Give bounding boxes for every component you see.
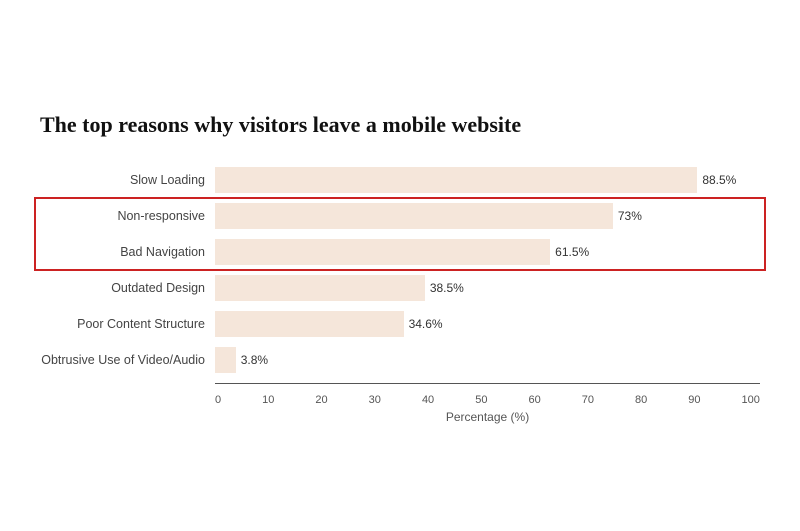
bar-row: Non-responsive 73% <box>40 203 760 229</box>
bar-track: 73% <box>215 203 760 229</box>
bar-fill <box>215 347 236 373</box>
bar-value-label: 61.5% <box>555 245 589 259</box>
chart-area: Slow Loading 88.5% Non-responsive 73% Bad Na… <box>40 167 760 424</box>
bar-value-label: 38.5% <box>430 281 464 295</box>
bar-fill <box>215 203 613 229</box>
x-axis-label: 90 <box>688 394 700 406</box>
bar-fill <box>215 167 697 193</box>
x-axis-labels: 0 10 20 30 40 50 60 70 80 90 100 <box>215 394 760 406</box>
bar-track: 3.8% <box>215 347 760 373</box>
bar-label: Slow Loading <box>40 173 215 187</box>
chart-container: The top reasons why visitors leave a mob… <box>20 87 780 445</box>
bar-label: Non-responsive <box>40 209 215 223</box>
bar-fill <box>215 311 404 337</box>
bar-track: 61.5% <box>215 239 760 265</box>
chart-title: The top reasons why visitors leave a mob… <box>40 111 760 140</box>
bar-fill <box>215 239 550 265</box>
x-axis-label: 80 <box>635 394 647 406</box>
bar-track: 88.5% <box>215 167 760 193</box>
x-axis-label: 20 <box>315 394 327 406</box>
x-axis-title: Percentage (%) <box>215 410 760 424</box>
bar-row: Obtrusive Use of Video/Audio 3.8% <box>40 347 760 373</box>
bar-value-label: 88.5% <box>702 173 736 187</box>
bar-label: Poor Content Structure <box>40 317 215 331</box>
axis-line <box>215 383 760 384</box>
bar-track: 34.6% <box>215 311 760 337</box>
bar-track: 38.5% <box>215 275 760 301</box>
x-axis-label: 0 <box>215 394 221 406</box>
x-axis: 0 10 20 30 40 50 60 70 80 90 100 <box>215 390 760 406</box>
bar-row: Slow Loading 88.5% <box>40 167 760 193</box>
x-axis-label: 70 <box>582 394 594 406</box>
bar-fill <box>215 275 425 301</box>
bar-row: Outdated Design 38.5% <box>40 275 760 301</box>
bar-value-label: 73% <box>618 209 642 223</box>
x-axis-label: 60 <box>528 394 540 406</box>
x-axis-label: 10 <box>262 394 274 406</box>
bar-label: Outdated Design <box>40 281 215 295</box>
x-axis-label: 50 <box>475 394 487 406</box>
bar-label: Obtrusive Use of Video/Audio <box>40 353 215 367</box>
bar-value-label: 34.6% <box>409 317 443 331</box>
bar-label: Bad Navigation <box>40 245 215 259</box>
x-axis-label: 100 <box>742 394 760 406</box>
bar-row: Bad Navigation 61.5% <box>40 239 760 265</box>
x-axis-label: 30 <box>369 394 381 406</box>
x-axis-label: 40 <box>422 394 434 406</box>
bar-value-label: 3.8% <box>241 353 268 367</box>
bar-row: Poor Content Structure 34.6% <box>40 311 760 337</box>
rows-wrapper: Slow Loading 88.5% Non-responsive 73% Bad Na… <box>40 167 760 383</box>
